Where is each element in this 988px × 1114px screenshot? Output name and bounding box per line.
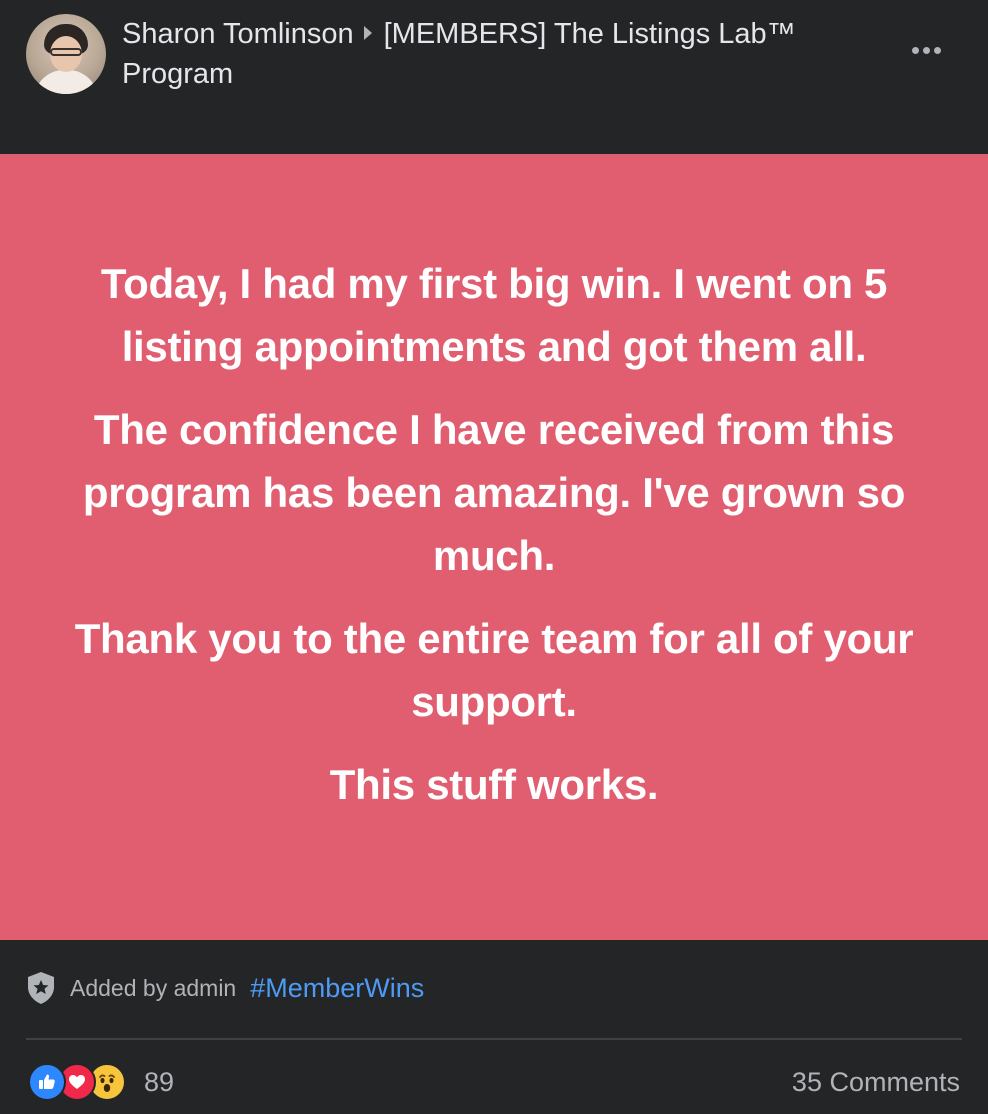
reaction-count[interactable]: 89 (144, 1067, 174, 1098)
wow-face-glyph (99, 1074, 115, 1092)
reactions-summary[interactable]: 89 (28, 1062, 174, 1102)
post-paragraph: Today, I had my first big win. I went on… (100, 260, 888, 370)
comments-count-link[interactable]: 35 Comments (792, 1062, 960, 1102)
like-glyph (39, 1074, 55, 1089)
hashtag-link[interactable]: #MemberWins (250, 973, 424, 1004)
topic-row: Added by admin #MemberWins (26, 968, 424, 1008)
post-title: Sharon Tomlinson [MEMBERS] The Listings L… (122, 14, 882, 94)
avatar-glasses (50, 48, 82, 56)
post-paragraph: This stuff works. (329, 761, 659, 808)
author-name[interactable]: Sharon Tomlinson (122, 18, 354, 50)
divider (26, 1038, 962, 1040)
admin-shield-star-icon (28, 972, 54, 1004)
post-paragraph: The confidence I have received from this… (82, 406, 906, 579)
more-dot (933, 46, 941, 54)
added-by-admin-label: Added by admin (70, 974, 237, 1001)
more-dot (922, 46, 930, 54)
heart-glyph (69, 1075, 85, 1089)
post-paragraph: Thank you to the entire team for all of … (74, 615, 914, 725)
like-icon (28, 1063, 66, 1101)
more-options-icon[interactable] (904, 38, 948, 62)
avatar-shirt (34, 70, 98, 94)
post-text-background: Today, I had my first big win. I went on… (0, 154, 988, 940)
triangle-right-icon (363, 26, 372, 41)
author-avatar[interactable] (26, 14, 106, 94)
more-dot (911, 46, 919, 54)
post-footer: Added by admin #MemberWins 89 35 Comment… (0, 940, 988, 1114)
post-header: Sharon Tomlinson [MEMBERS] The Listings L… (0, 0, 988, 154)
